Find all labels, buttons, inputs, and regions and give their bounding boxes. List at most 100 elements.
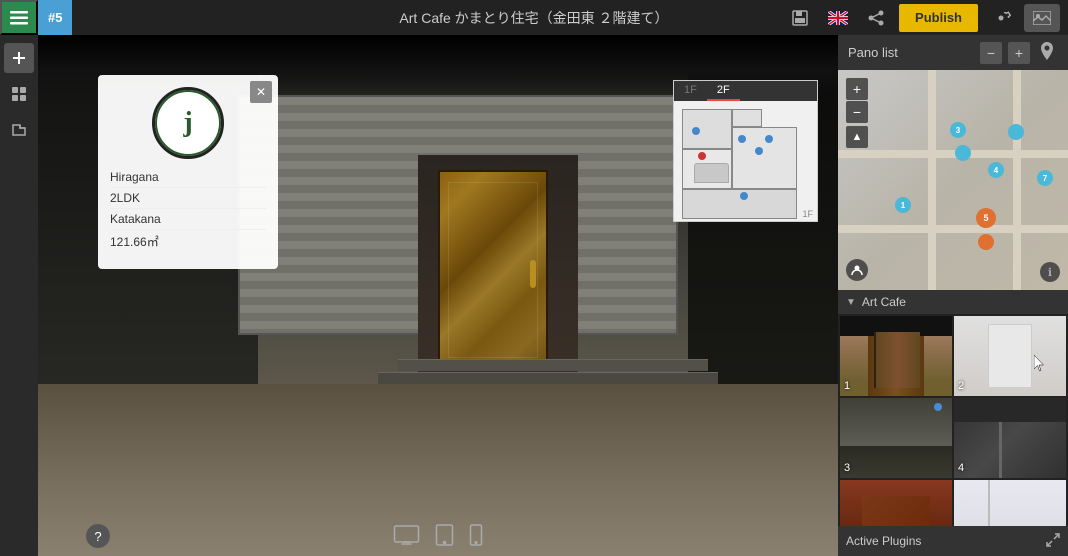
active-plugins-bar: Active Plugins bbox=[838, 526, 1068, 556]
company-logo: j bbox=[152, 87, 224, 159]
topbar-actions: Publish bbox=[785, 3, 1068, 33]
pano-thumb-1[interactable]: 1 bbox=[840, 316, 952, 396]
wall-sim bbox=[988, 324, 1033, 388]
map-node-7[interactable]: 7 bbox=[1037, 170, 1053, 186]
map-node-2[interactable] bbox=[955, 145, 971, 161]
dot-sim bbox=[934, 403, 942, 411]
fp-inner: 1F bbox=[674, 101, 817, 221]
zoom-out-button[interactable]: − bbox=[980, 42, 1002, 64]
pano-thumb-6[interactable]: 6 bbox=[954, 480, 1066, 526]
location-button[interactable] bbox=[1036, 42, 1058, 64]
zoom-in-button[interactable]: + bbox=[1008, 42, 1030, 64]
scene-badge: #5 bbox=[38, 0, 72, 35]
thumb-4-image bbox=[954, 398, 1066, 478]
fp-floor-label: 1F bbox=[802, 209, 813, 219]
pano-thumb-4[interactable]: 4 bbox=[954, 398, 1066, 478]
bottom-toolbar bbox=[394, 524, 483, 546]
map-zoom-in-button[interactable]: + bbox=[846, 78, 868, 100]
door-panel bbox=[448, 182, 538, 358]
expand-plugins-button[interactable] bbox=[1046, 533, 1060, 550]
floorplan-image: 1F bbox=[674, 101, 817, 221]
fp-dot-2[interactable] bbox=[738, 135, 746, 143]
map-info-button[interactable]: ℹ bbox=[1040, 262, 1060, 282]
logo-letter: j bbox=[183, 109, 192, 137]
map-road-h1 bbox=[838, 150, 1068, 158]
map-node-5-active[interactable]: 5 bbox=[976, 208, 996, 228]
fp-dot-1[interactable] bbox=[692, 127, 700, 135]
question-mark-icon: ? bbox=[94, 529, 101, 544]
fp-room-1 bbox=[682, 109, 732, 149]
thumb-num-2: 2 bbox=[958, 380, 964, 392]
image-button[interactable] bbox=[1024, 4, 1060, 32]
tablet-view-button[interactable] bbox=[436, 524, 454, 546]
map-zoom-out-button[interactable]: − bbox=[846, 101, 868, 123]
settings-button[interactable] bbox=[986, 3, 1016, 33]
map-node-1[interactable]: 1 bbox=[895, 197, 911, 213]
help-button[interactable]: ? bbox=[86, 524, 110, 548]
save-button[interactable] bbox=[785, 3, 815, 33]
desktop-view-button[interactable] bbox=[394, 525, 420, 545]
map-road-v2 bbox=[1013, 70, 1021, 290]
map-controls: + − ▲ bbox=[846, 78, 868, 148]
step-2 bbox=[398, 359, 708, 371]
pano-list-header: Pano list − + bbox=[838, 35, 1068, 70]
close-icon: ✕ bbox=[256, 85, 266, 99]
thumb-num-3: 3 bbox=[844, 462, 850, 474]
topbar-left: #5 bbox=[0, 0, 72, 35]
topbar: #5 Art Cafe かまとり住宅（金田東 ２階建て） Publish bbox=[0, 0, 1068, 35]
ceiling-sim bbox=[840, 316, 952, 336]
thumb-3-image bbox=[840, 398, 952, 478]
map-node-8[interactable] bbox=[1008, 124, 1024, 140]
files-button[interactable] bbox=[4, 115, 34, 145]
pano-thumb-5[interactable]: 5 bbox=[840, 480, 952, 526]
logo-field-4: 121.66㎡ bbox=[110, 230, 266, 253]
publish-button[interactable]: Publish bbox=[899, 4, 978, 32]
tab-1f[interactable]: 1F bbox=[674, 81, 707, 101]
floorplan-overlay: 1F 2F bbox=[673, 80, 818, 222]
language-button[interactable] bbox=[823, 3, 853, 33]
floorplan-tabs: 1F 2F bbox=[674, 81, 817, 101]
map-area[interactable]: + − ▲ 1 3 4 5 7 ℹ bbox=[838, 70, 1068, 290]
logo-close-button[interactable]: ✕ bbox=[250, 81, 272, 103]
tab-2f[interactable]: 2F bbox=[707, 81, 740, 101]
thumb-5-image bbox=[840, 480, 952, 526]
thumb-6-image bbox=[954, 480, 1066, 526]
pano-list-section[interactable]: ▼ Art Cafe 1 bbox=[838, 290, 1068, 526]
cursor-sim bbox=[1034, 355, 1046, 378]
pano-group-arrow: ▼ bbox=[846, 297, 856, 308]
mobile-view-button[interactable] bbox=[470, 524, 483, 546]
logo-info: Hiragana 2LDK Katakana 121.66㎡ bbox=[110, 163, 266, 257]
door-area-sim bbox=[862, 496, 929, 526]
map-background bbox=[838, 70, 1068, 290]
viewer-area[interactable]: ✕ j Hiragana 2LDK Katakana 121.66㎡ 1F bbox=[38, 35, 838, 556]
map-compass-button[interactable]: ▲ bbox=[846, 126, 868, 148]
fp-dot-red[interactable] bbox=[698, 152, 706, 160]
fp-dot-3[interactable] bbox=[755, 147, 763, 155]
share-button[interactable] bbox=[861, 3, 891, 33]
main-area: ✕ j Hiragana 2LDK Katakana 121.66㎡ 1F bbox=[0, 35, 1068, 556]
logo-ring: j bbox=[155, 90, 221, 156]
page-title: Art Cafe かまとり住宅（金田東 ２階建て） bbox=[399, 8, 668, 28]
pano-group-header[interactable]: ▼ Art Cafe bbox=[838, 290, 1068, 314]
logo-field-2: 2LDK bbox=[110, 188, 266, 209]
scenes-button[interactable] bbox=[4, 79, 34, 109]
map-road-h2 bbox=[838, 225, 1068, 233]
wall-edge-sim bbox=[988, 480, 990, 526]
left-sidebar bbox=[0, 35, 38, 556]
map-node-4[interactable]: 4 bbox=[988, 162, 1004, 178]
hamburger-button[interactable] bbox=[0, 0, 38, 35]
top-sim bbox=[954, 398, 1066, 422]
street-view-button[interactable] bbox=[846, 259, 868, 281]
add-scene-button[interactable] bbox=[4, 43, 34, 73]
door bbox=[438, 170, 548, 370]
pano-scene: ✕ j Hiragana 2LDK Katakana 121.66㎡ 1F bbox=[38, 35, 838, 556]
pano-thumbs-grid: 1 2 bbox=[838, 314, 1068, 526]
fp-dot-5[interactable] bbox=[740, 192, 748, 200]
pano-thumb-2[interactable]: 2 bbox=[954, 316, 1066, 396]
map-node-3[interactable]: 3 bbox=[950, 122, 966, 138]
fp-dot-4[interactable] bbox=[765, 135, 773, 143]
pano-group-name: Art Cafe bbox=[862, 295, 906, 309]
right-panel: Pano list − + + − ▲ 1 3 4 bbox=[838, 35, 1068, 556]
pano-thumb-3[interactable]: 3 bbox=[840, 398, 952, 478]
map-node-6[interactable] bbox=[978, 234, 994, 250]
